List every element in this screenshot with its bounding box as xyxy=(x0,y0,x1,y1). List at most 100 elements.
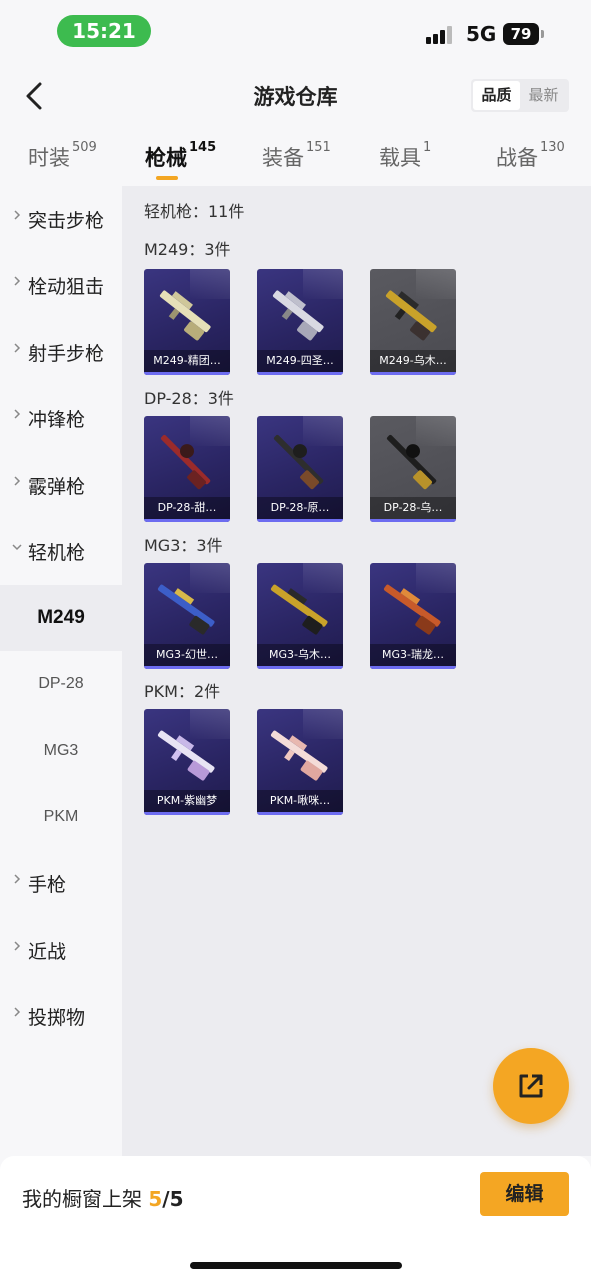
showcase-total-count: /5 xyxy=(162,1187,184,1211)
item-name: MG3-乌木… xyxy=(257,644,343,666)
pkm-skin-icon xyxy=(270,730,328,781)
pkm-skin-icon xyxy=(157,730,215,781)
item-name: DP-28-原… xyxy=(257,497,343,519)
sidebar-item-label: 突击步枪 xyxy=(28,210,105,232)
sidebar-item-lmgs[interactable]: 轻机枪 xyxy=(0,518,122,584)
item-card[interactable]: M249-精团… xyxy=(144,269,230,375)
showcase-current-count: 5 xyxy=(148,1187,163,1211)
sidebar-item-label: 霰弹枪 xyxy=(28,476,86,498)
item-card[interactable]: MG3-幻世… xyxy=(144,563,230,669)
item-grid-panel: 轻机枪：11件 M249：3件 M249-精团… M249-四圣… M249-乌… xyxy=(122,186,591,1156)
sidebar-item-bolt-snipers[interactable]: 栓动狙击 xyxy=(0,252,122,318)
sidebar-item-label: 投掷物 xyxy=(28,1007,86,1029)
edit-button[interactable]: 编辑 xyxy=(480,1172,569,1216)
item-card[interactable]: PKM-啾咪… xyxy=(257,709,343,815)
network-label: 5G xyxy=(466,22,497,46)
tab-fashion[interactable]: 时装 509 xyxy=(28,140,97,172)
item-card[interactable]: DP-28-乌… xyxy=(370,416,456,522)
chevron-right-icon xyxy=(14,476,21,486)
item-card[interactable]: M249-乌木… xyxy=(370,269,456,375)
item-name: MG3-瑞龙… xyxy=(370,644,456,666)
item-name: DP-28-甜… xyxy=(144,497,230,519)
group-label-pkm: PKM：2件 xyxy=(144,682,221,701)
sort-latest[interactable]: 最新 xyxy=(520,81,567,110)
active-tab-indicator xyxy=(156,176,178,180)
sidebar-item-label: 冲锋枪 xyxy=(28,409,86,431)
tab-equipment-label: 装备 xyxy=(262,146,304,170)
showcase-status: 我的橱窗上架 5/5 xyxy=(22,1183,184,1212)
status-bar: 15:21 5G 79 xyxy=(0,0,591,64)
item-card[interactable]: DP-28-原… xyxy=(257,416,343,522)
chevron-right-icon xyxy=(14,276,21,286)
sidebar-item-smgs[interactable]: 冲锋枪 xyxy=(0,385,122,451)
chevron-right-icon xyxy=(14,409,21,419)
sidebar-item-melee[interactable]: 近战 xyxy=(0,917,122,983)
mg3-skin-icon xyxy=(383,584,441,635)
tab-fashion-label: 时装 xyxy=(28,146,70,170)
sidebar-item-throwables[interactable]: 投掷物 xyxy=(0,983,122,1049)
battery-icon: 79 xyxy=(503,23,539,45)
item-name: M249-精团… xyxy=(144,350,230,372)
tab-supplies[interactable]: 战备 130 xyxy=(496,140,565,172)
signal-icon xyxy=(426,26,456,44)
dp28-skin-icon xyxy=(160,434,211,490)
m249-skin-icon xyxy=(385,290,437,341)
mg3-skin-icon xyxy=(270,584,328,635)
sidebar-sub-pkm[interactable]: PKM xyxy=(0,784,122,850)
item-card[interactable]: MG3-瑞龙… xyxy=(370,563,456,669)
sidebar-sub-m249[interactable]: M249 xyxy=(0,585,122,651)
header: 游戏仓库 品质 最新 xyxy=(0,64,591,128)
category-summary: 轻机枪：11件 xyxy=(144,202,245,221)
m249-skin-icon xyxy=(272,290,324,341)
sort-quality[interactable]: 品质 xyxy=(473,81,520,110)
tab-firearms-label: 枪械 xyxy=(145,146,187,170)
chevron-right-icon xyxy=(14,1007,21,1017)
sidebar-item-pistols[interactable]: 手枪 xyxy=(0,850,122,916)
sidebar: 突击步枪 栓动狙击 射手步枪 冲锋枪 霰弹枪 轻机枪 M249 DP-28 MG… xyxy=(0,186,122,1156)
home-indicator[interactable] xyxy=(190,1262,402,1269)
tab-vehicles[interactable]: 载具 1 xyxy=(379,140,431,172)
sidebar-item-label: 近战 xyxy=(28,941,67,963)
item-name: M249-四圣… xyxy=(257,350,343,372)
share-button[interactable] xyxy=(493,1048,569,1124)
sidebar-sub-mg3[interactable]: MG3 xyxy=(0,718,122,784)
group-label-m249: M249：3件 xyxy=(144,240,231,259)
showcase-label: 我的橱窗上架 xyxy=(22,1187,142,1211)
item-card[interactable]: PKM-紫幽梦 xyxy=(144,709,230,815)
item-card[interactable]: MG3-乌木… xyxy=(257,563,343,669)
sidebar-item-label: 轻机枪 xyxy=(28,542,86,564)
dp28-skin-icon xyxy=(386,434,437,490)
sidebar-item-label: 栓动狙击 xyxy=(28,276,105,298)
sidebar-item-shotguns[interactable]: 霰弹枪 xyxy=(0,452,122,518)
sort-toggle: 品质 最新 xyxy=(471,79,569,112)
item-name: DP-28-乌… xyxy=(370,497,456,519)
tab-firearms-count: 145 xyxy=(189,140,217,155)
tab-supplies-count: 130 xyxy=(540,140,565,155)
sidebar-item-assault-rifles[interactable]: 突击步枪 xyxy=(0,186,122,252)
group-label-mg3: MG3：3件 xyxy=(144,536,223,555)
showcase-bar: 我的橱窗上架 5/5 编辑 xyxy=(0,1156,591,1280)
status-time: 15:21 xyxy=(57,15,151,47)
sidebar-item-marksman-rifles[interactable]: 射手步枪 xyxy=(0,319,122,385)
item-card[interactable]: DP-28-甜… xyxy=(144,416,230,522)
tab-equipment[interactable]: 装备 151 xyxy=(262,140,331,172)
item-card[interactable]: M249-四圣… xyxy=(257,269,343,375)
tab-firearms[interactable]: 枪械 145 xyxy=(145,140,217,172)
item-name: PKM-啾咪… xyxy=(257,790,343,812)
group-label-dp28: DP-28：3件 xyxy=(144,389,234,408)
chevron-right-icon xyxy=(14,874,21,884)
item-name: PKM-紫幽梦 xyxy=(144,790,230,812)
item-name: M249-乌木… xyxy=(370,350,456,372)
category-tabs: 时装 509 枪械 145 装备 151 载具 1 战备 130 xyxy=(0,128,591,186)
chevron-right-icon xyxy=(14,941,21,951)
tab-vehicles-label: 载具 xyxy=(379,146,421,170)
m249-skin-icon xyxy=(159,290,211,341)
tab-fashion-count: 509 xyxy=(72,140,97,155)
chevron-down-icon xyxy=(12,544,22,551)
mg3-skin-icon xyxy=(157,584,215,635)
battery-tip xyxy=(541,30,544,38)
sidebar-sub-dp28[interactable]: DP-28 xyxy=(0,651,122,717)
share-external-icon xyxy=(519,1074,543,1098)
sidebar-item-label: 射手步枪 xyxy=(28,343,105,365)
sidebar-item-label: 手枪 xyxy=(28,874,67,896)
